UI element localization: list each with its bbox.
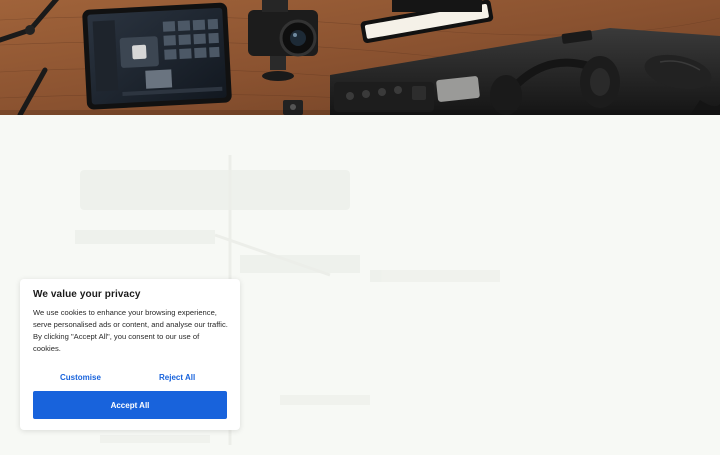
desk-setup-photo — [0, 0, 720, 115]
accept-all-button[interactable]: Accept All — [33, 391, 227, 419]
customise-button[interactable]: Customise — [60, 371, 101, 383]
reject-all-button[interactable]: Reject All — [159, 371, 195, 383]
hero-image — [0, 0, 720, 115]
cookie-banner-title: We value your privacy — [33, 289, 141, 300]
cookie-banner-description: We use cookies to enhance your browsing … — [33, 308, 228, 353]
cookie-consent-banner: We value your privacy We use cookies to … — [20, 279, 240, 430]
